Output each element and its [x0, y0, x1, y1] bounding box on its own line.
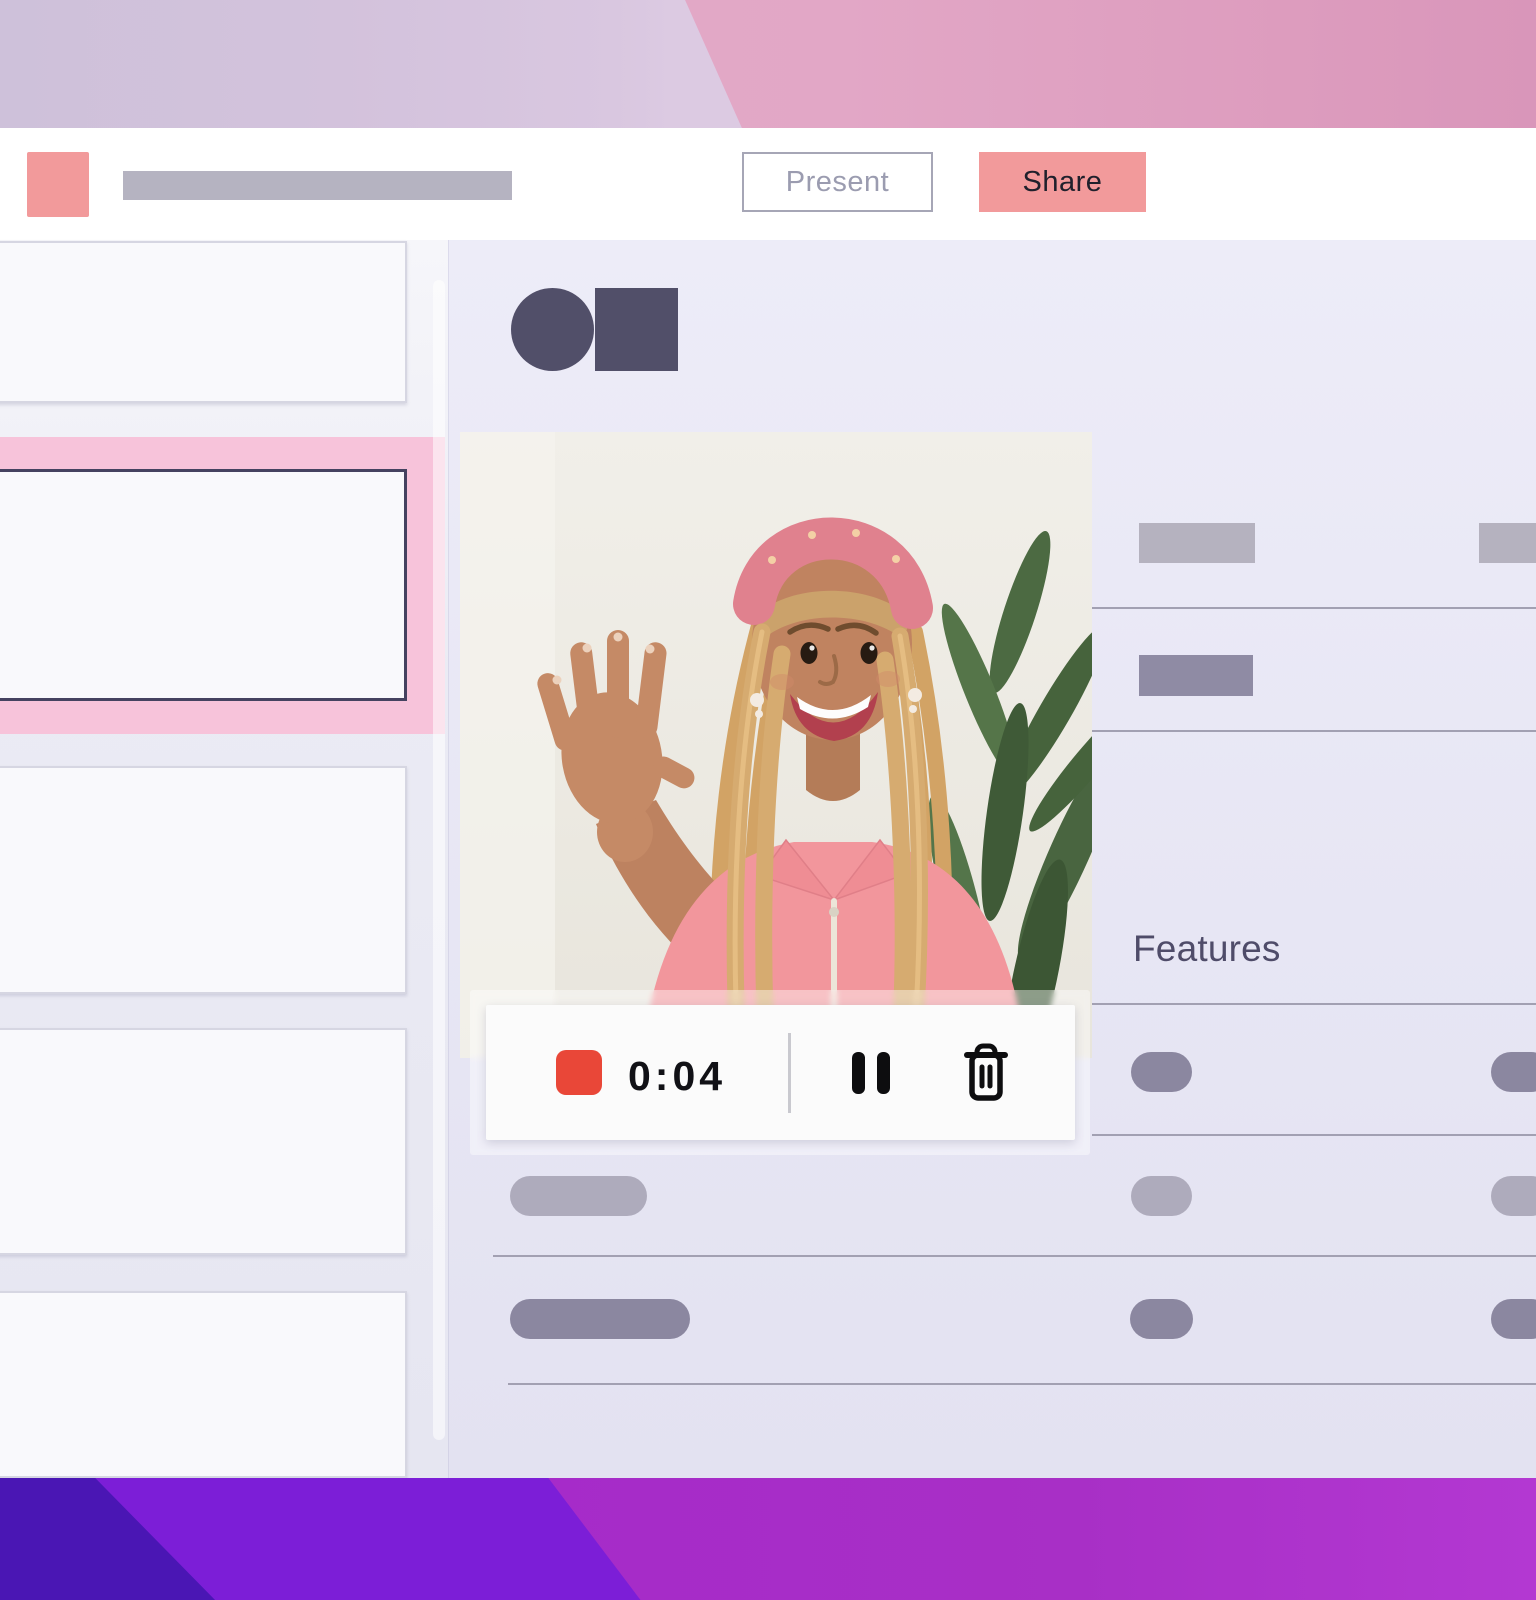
recording-toolbar: 0:04: [486, 1005, 1075, 1140]
row-divider: [1092, 607, 1536, 609]
screen: Present Share Features: [0, 0, 1536, 1600]
pause-icon: [852, 1052, 865, 1094]
features-heading: Features: [1133, 928, 1281, 970]
placeholder-pill: [510, 1176, 647, 1216]
row-divider: [1092, 1134, 1536, 1136]
logo-circle-shape[interactable]: [511, 288, 594, 371]
row-divider: [508, 1383, 1536, 1385]
app-toolbar: Present Share: [0, 128, 1536, 240]
placeholder-pill: [1130, 1299, 1193, 1339]
delete-button[interactable]: [963, 1043, 1009, 1103]
desktop-wallpaper-top: [0, 0, 1536, 128]
slides-sidebar: [0, 240, 448, 1478]
camera-preview: [460, 432, 1092, 1058]
logo-square-shape[interactable]: [595, 288, 678, 371]
document-title-placeholder: [123, 171, 512, 200]
slide-thumbnail-4[interactable]: [0, 1028, 407, 1255]
slide-thumbnail-1[interactable]: [0, 241, 407, 403]
desktop-wallpaper-bottom: [0, 1478, 1536, 1600]
present-button[interactable]: Present: [742, 152, 933, 212]
placeholder-pill: [510, 1299, 690, 1339]
placeholder-pill: [1491, 1052, 1536, 1092]
placeholder-bar: [1479, 523, 1536, 563]
placeholder-bar: [1139, 655, 1253, 696]
stop-button[interactable]: [556, 1050, 602, 1095]
slide-thumbnail-3[interactable]: [0, 766, 407, 994]
placeholder-pill: [1131, 1176, 1192, 1216]
row-divider: [493, 1255, 1536, 1257]
share-button[interactable]: Share: [979, 152, 1146, 212]
row-divider: [1092, 1003, 1536, 1005]
trash-icon: [963, 1043, 1009, 1103]
wallpaper-pink-sweep: [0, 0, 1536, 128]
sidebar-scrollbar[interactable]: [433, 280, 445, 1440]
app-logo: [27, 152, 89, 217]
slide-thumbnail-5[interactable]: [0, 1291, 407, 1478]
wallpaper-magenta-sweep: [0, 1478, 1536, 1600]
pause-button[interactable]: [852, 1052, 892, 1094]
recording-timer: 0:04: [628, 1053, 758, 1100]
presenter-illustration: [460, 432, 1092, 1058]
placeholder-pill: [1491, 1176, 1536, 1216]
slide-thumbnail-2-selected[interactable]: [0, 469, 407, 701]
placeholder-pill: [1131, 1052, 1192, 1092]
row-divider: [1092, 730, 1536, 732]
placeholder-bar: [1139, 523, 1255, 563]
toolbar-divider: [788, 1033, 791, 1113]
placeholder-pill: [1491, 1299, 1536, 1339]
